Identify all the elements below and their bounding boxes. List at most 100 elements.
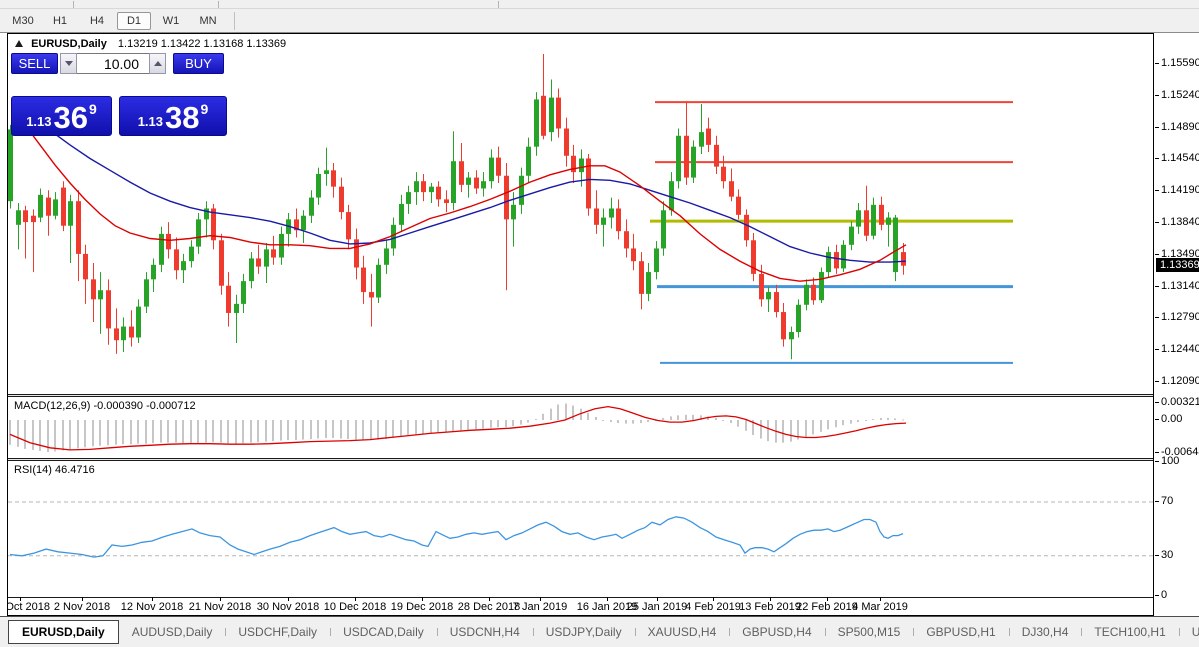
macd-histogram-bar: [527, 420, 529, 423]
chart-tab-bar: EURUSD,Daily AUDUSD,Daily USDCHF,Daily USDC…: [0, 617, 1199, 647]
candle: [811, 284, 816, 301]
candle: [16, 210, 21, 225]
volume-input[interactable]: [77, 53, 149, 74]
macd-histogram-bar: [745, 420, 747, 431]
chart-tab-gbpusd-h4[interactable]: GBPUSD,H4: [729, 621, 824, 643]
chart-tab-usdchf-daily[interactable]: USDCHF,Daily: [225, 621, 330, 643]
macd-histogram-bar: [452, 420, 454, 432]
macd-histogram-bar: [445, 420, 447, 433]
macd-histogram-bar: [640, 420, 642, 424]
candle: [871, 204, 876, 236]
macd-histogram-bar: [302, 420, 304, 440]
volume-increase-button[interactable]: [149, 53, 166, 74]
macd-histogram-bar: [820, 420, 822, 432]
candle: [196, 219, 201, 247]
macd-histogram-bar: [737, 420, 739, 427]
macd-label: MACD(12,26,9) -0.000390 -0.000712: [14, 400, 196, 412]
candle: [391, 224, 396, 249]
chart-window[interactable]: EURUSD,Daily 1.13219 1.13422 1.13168 1.1…: [7, 33, 1154, 616]
candle: [429, 186, 434, 193]
macd-histogram-bar: [647, 420, 649, 423]
pane-separator[interactable]: [8, 458, 1153, 461]
candle: [121, 326, 126, 341]
candle: [511, 204, 516, 220]
macd-axis-label: 0.003216: [1161, 396, 1199, 409]
chart-tab-gbpusd-h1[interactable]: GBPUSD,H1: [913, 621, 1008, 643]
timeframe-button-m30[interactable]: M30: [6, 12, 40, 30]
candle: [864, 210, 869, 236]
chart-tab-dj30-h4[interactable]: DJ30,H4: [1008, 621, 1082, 643]
candle: [114, 328, 119, 341]
toolbar-upper-strip: [0, 0, 1199, 9]
macd-histogram-bar: [400, 420, 402, 438]
macd-histogram-bar: [430, 420, 432, 434]
macd-histogram-bar: [137, 420, 139, 444]
candle: [189, 246, 194, 262]
candle: [256, 258, 261, 267]
chart-tab-audusd-daily[interactable]: AUDUSD,Daily: [119, 621, 226, 643]
pane-separator[interactable]: [8, 394, 1153, 397]
macd-histogram-bar: [662, 417, 664, 420]
macd-histogram-bar: [872, 418, 874, 420]
candle: [76, 201, 81, 254]
axis-tick: [1155, 595, 1159, 597]
candle: [879, 204, 884, 225]
main-price-chart[interactable]: [8, 34, 1153, 394]
sell-button[interactable]: SELL: [11, 53, 58, 74]
collapse-panel-icon[interactable]: [15, 40, 23, 47]
candle: [781, 312, 786, 340]
arrow-up-icon: [153, 61, 162, 66]
candle: [279, 233, 284, 258]
candle: [38, 194, 43, 218]
candle: [856, 210, 861, 227]
timeframe-button-d1[interactable]: D1: [117, 12, 151, 30]
macd-histogram-bar: [392, 420, 394, 439]
chart-tab-usdcnh-h4[interactable]: USDCNH,H4: [436, 621, 533, 643]
price-axis-label: 1.15590: [1161, 57, 1199, 69]
axis-tick: [1155, 63, 1159, 64]
price-axis-label: 1.14540: [1161, 152, 1199, 165]
date-axis-label: 7 Jan 2019: [512, 601, 568, 613]
candle: [541, 95, 546, 136]
macd-histogram-bar: [827, 420, 829, 430]
chart-tab-tech100-h1[interactable]: TECH100,H1: [1081, 621, 1178, 643]
buy-price-box[interactable]: 1.13 38 9: [119, 96, 227, 136]
date-axis-label: 2 Nov 2018: [53, 601, 111, 613]
macd-histogram-bar: [572, 405, 574, 420]
timeframe-toolbar: M30 H1 H4 D1 W1 MN: [6, 12, 235, 30]
volume-decrease-button[interactable]: [60, 53, 77, 74]
date-axis-label: 19 Dec 2018: [390, 601, 454, 613]
macd-histogram-bar: [332, 420, 334, 439]
timeframe-button-h1[interactable]: H1: [43, 12, 77, 30]
timeframe-button-h4[interactable]: H4: [80, 12, 114, 30]
macd-histogram-bar: [512, 420, 514, 427]
date-axis-label: 30 Nov 2018: [256, 601, 320, 613]
macd-histogram-bar: [497, 420, 499, 428]
sell-price-box[interactable]: 1.13 36 9: [11, 96, 112, 136]
candle: [459, 161, 464, 185]
candle: [129, 326, 134, 338]
macd-histogram-bar: [265, 420, 267, 442]
chart-tab-usdjpy-daily[interactable]: USDJPY,Daily: [532, 621, 635, 643]
macd-histogram-bar: [490, 420, 492, 428]
chart-tab-eurusd-daily[interactable]: EURUSD,Daily: [8, 620, 119, 644]
axis-tick: [1155, 285, 1159, 287]
chart-tab-xauusd-h4[interactable]: XAUUSD,H4: [634, 621, 730, 643]
macd-histogram-bar: [610, 420, 612, 423]
rsi-indicator-pane[interactable]: [8, 461, 1153, 597]
candle: [496, 157, 501, 176]
macd-histogram-bar: [242, 420, 244, 444]
chart-tab-usdcad-daily[interactable]: USDCAD,Daily: [330, 621, 437, 643]
buy-button[interactable]: BUY: [173, 53, 224, 74]
date-axis-label: 25 Jan 2019: [626, 601, 688, 613]
macd-histogram-bar: [295, 420, 297, 441]
candle: [444, 199, 449, 204]
chart-tab-ukc[interactable]: UKC: [1178, 621, 1199, 643]
chart-tab-sp500-m15[interactable]: SP500,M15: [824, 621, 914, 643]
price-axis-label: 1.14190: [1161, 184, 1199, 197]
timeframe-button-w1[interactable]: W1: [154, 12, 188, 30]
timeframe-button-mn[interactable]: MN: [191, 12, 225, 30]
macd-histogram-bar: [167, 420, 169, 443]
macd-histogram-bar: [190, 420, 192, 444]
candle: [219, 240, 224, 286]
